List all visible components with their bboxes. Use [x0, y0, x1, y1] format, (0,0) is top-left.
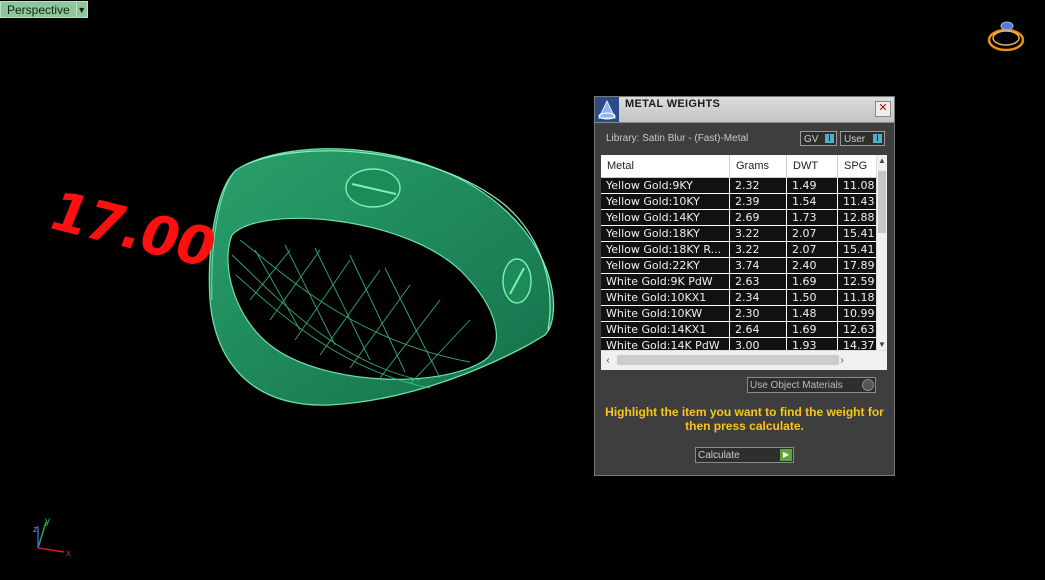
cell-metal: White Gold:10KW [601, 306, 730, 321]
axis-indicator-icon: x y z [33, 516, 71, 559]
cell-grams: 2.63 [730, 274, 787, 289]
cell-grams: 2.69 [730, 210, 787, 225]
cell-metal: White Gold:14KX1 [601, 322, 730, 337]
table-row[interactable]: White Gold:10KW 2.30 1.48 10.99 [601, 306, 877, 321]
toggle-knob-icon: I [825, 134, 834, 143]
cell-metal: Yellow Gold:22KY [601, 258, 730, 273]
cell-grams: 2.64 [730, 322, 787, 337]
radio-knob-icon [862, 379, 874, 391]
cell-dwt: 1.50 [787, 290, 838, 305]
cell-dwt: 1.73 [787, 210, 838, 225]
metal-table[interactable]: Metal Grams DWT SPG Yellow Gold:9KY 2.32 1… [601, 155, 887, 370]
calculate-label: Calculate [698, 450, 740, 461]
cell-dwt: 2.07 [787, 242, 838, 257]
metal-weights-panel: METAL WEIGHTS ✕ Library: Satin Blur - (F… [594, 96, 895, 476]
gv-toggle[interactable]: GV I [800, 131, 837, 146]
table-body: Yellow Gold:9KY 2.32 1.49 11.08 Yellow Gold:… [601, 178, 877, 351]
cell-metal: White Gold:10KX1 [601, 290, 730, 305]
table-row[interactable]: White Gold:14KX1 2.64 1.69 12.63 [601, 322, 877, 337]
scroll-thumb[interactable] [878, 171, 886, 233]
table-row[interactable]: White Gold:10KX1 2.34 1.50 11.18 [601, 290, 877, 305]
cell-dwt: 1.69 [787, 322, 838, 337]
cell-metal: Yellow Gold:9KY [601, 178, 730, 193]
cell-spg: 12.88 [838, 210, 877, 225]
library-label: Library: Satin Blur - (Fast)-Metal [606, 133, 749, 144]
calculate-button[interactable]: Calculate ▶ [695, 447, 794, 463]
table-row[interactable]: Yellow Gold:10KY 2.39 1.54 11.43 [601, 194, 877, 209]
column-header-dwt[interactable]: DWT [787, 155, 838, 177]
cell-metal: White Gold:9K PdW [601, 274, 730, 289]
cell-dwt: 1.54 [787, 194, 838, 209]
table-row[interactable]: White Gold:9K PdW 2.63 1.69 12.59 [601, 274, 877, 289]
app-logo-icon [595, 97, 619, 122]
cell-metal: Yellow Gold:10KY [601, 194, 730, 209]
table-row[interactable]: Yellow Gold:18KY 3.22 2.07 15.41 [601, 226, 877, 241]
scroll-up-icon[interactable]: ▲ [877, 155, 887, 167]
table-row[interactable]: Yellow Gold:9KY 2.32 1.49 11.08 [601, 178, 877, 193]
column-header-grams[interactable]: Grams [730, 155, 787, 177]
cell-spg: 11.18 [838, 290, 877, 305]
vertical-scrollbar[interactable]: ▲ ▼ [876, 155, 887, 351]
cell-dwt: 1.69 [787, 274, 838, 289]
cell-spg: 12.63 [838, 322, 877, 337]
cell-grams: 2.34 [730, 290, 787, 305]
cell-dwt: 1.48 [787, 306, 838, 321]
scroll-right-icon[interactable]: › [835, 351, 849, 370]
axis-x-label: x [66, 548, 71, 559]
cell-spg: 12.59 [838, 274, 877, 289]
user-toggle[interactable]: User I [840, 131, 885, 146]
horizontal-scrollbar[interactable]: ‹ › [601, 350, 887, 370]
axis-y-label: y [45, 516, 50, 527]
cell-grams: 2.30 [730, 306, 787, 321]
cell-spg: 17.89 [838, 258, 877, 273]
cell-metal: Yellow Gold:18KY [601, 226, 730, 241]
cell-grams: 3.22 [730, 242, 787, 257]
cell-spg: 15.41 [838, 242, 877, 257]
toggle-knob-icon: I [873, 134, 882, 143]
use-object-materials-label: Use Object Materials [750, 380, 843, 391]
user-toggle-label: User [844, 134, 866, 145]
hint-text: Highlight the item you want to find the … [605, 405, 884, 433]
column-header-metal[interactable]: Metal [601, 155, 730, 177]
panel-titlebar[interactable]: METAL WEIGHTS ✕ [595, 97, 894, 123]
use-object-materials-button[interactable]: Use Object Materials [747, 377, 876, 393]
cell-grams: 2.39 [730, 194, 787, 209]
axis-z-label: z [33, 524, 38, 534]
play-arrow-icon: ▶ [780, 449, 792, 461]
cell-dwt: 2.40 [787, 258, 838, 273]
gv-toggle-label: GV [804, 134, 819, 145]
cell-spg: 11.08 [838, 178, 877, 193]
panel-title: METAL WEIGHTS [625, 98, 721, 110]
table-header: Metal Grams DWT SPG [601, 155, 877, 178]
cell-dwt: 2.07 [787, 226, 838, 241]
table-row[interactable]: Yellow Gold:18KY R... 3.22 2.07 15.41 [601, 242, 877, 257]
table-row[interactable]: Yellow Gold:22KY 3.74 2.40 17.89 [601, 258, 877, 273]
table-row[interactable]: Yellow Gold:14KY 2.69 1.73 12.88 [601, 210, 877, 225]
cell-grams: 2.32 [730, 178, 787, 193]
cell-grams: 3.74 [730, 258, 787, 273]
navigation-ring-icon[interactable] [984, 16, 1028, 56]
cell-grams: 3.22 [730, 226, 787, 241]
close-button[interactable]: ✕ [875, 101, 891, 117]
cell-dwt: 1.49 [787, 178, 838, 193]
column-header-spg[interactable]: SPG [838, 155, 877, 177]
scroll-thumb-horizontal[interactable] [617, 355, 839, 365]
cell-spg: 10.99 [838, 306, 877, 321]
scroll-left-icon[interactable]: ‹ [601, 351, 615, 370]
cell-spg: 11.43 [838, 194, 877, 209]
cell-metal: Yellow Gold:14KY [601, 210, 730, 225]
cell-spg: 15.41 [838, 226, 877, 241]
cell-metal: Yellow Gold:18KY R... [601, 242, 730, 257]
